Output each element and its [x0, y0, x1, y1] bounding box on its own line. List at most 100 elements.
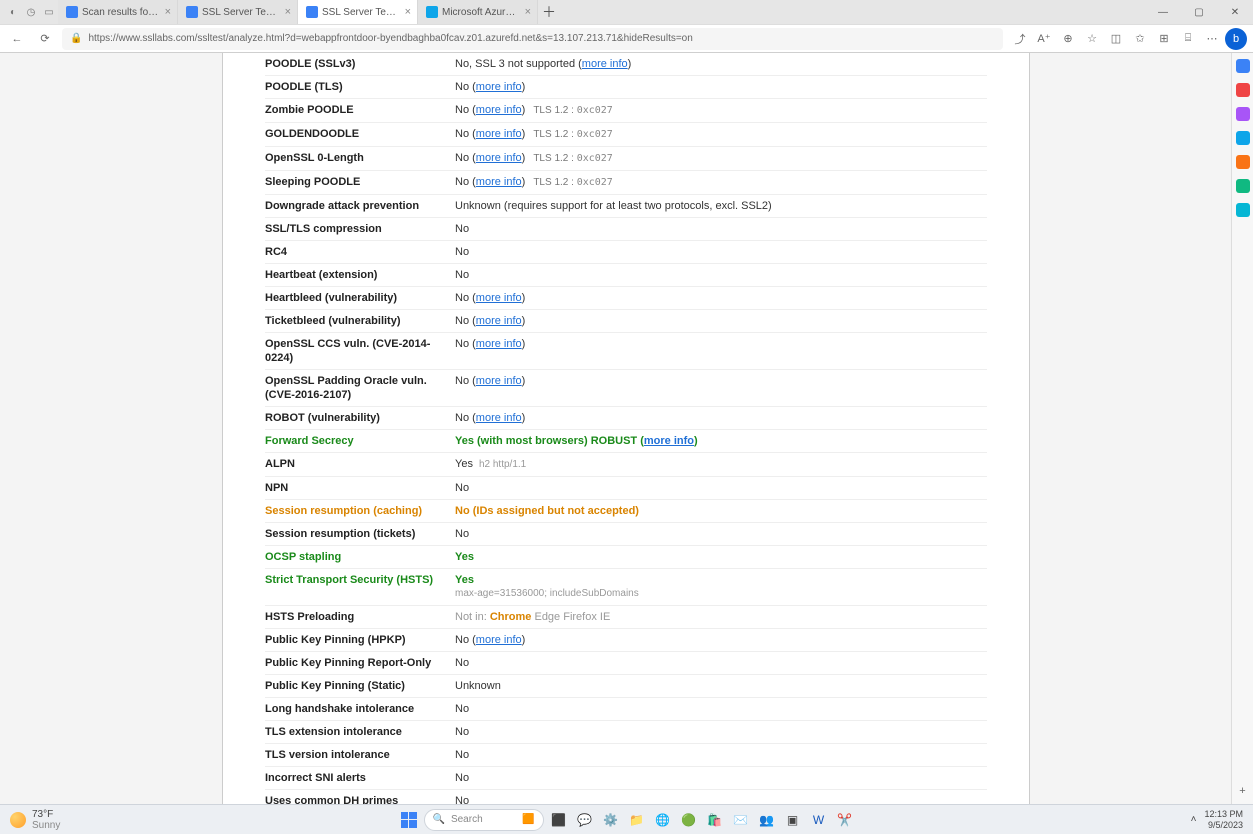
detail-label: GOLDENDOODLE — [265, 123, 455, 147]
tab-close-button[interactable]: × — [165, 6, 171, 18]
detail-value: No — [455, 477, 987, 500]
sidebar-app-icon[interactable] — [1236, 83, 1250, 97]
history-icon[interactable]: ◷ — [22, 3, 40, 21]
detail-value: No (more info)TLS 1.2 : 0xc027 — [455, 147, 987, 171]
favorites-bar-icon[interactable]: ✩ — [1129, 28, 1151, 50]
terminal-icon[interactable]: ▣ — [782, 809, 804, 831]
detail-label: TLS extension intolerance — [265, 721, 455, 744]
explorer-icon[interactable]: 📁 — [626, 809, 648, 831]
more-info-link[interactable]: more info — [476, 338, 522, 350]
more-info-link[interactable]: more info — [476, 128, 522, 140]
detail-value: Yes — [455, 546, 987, 569]
text-size-icon[interactable]: A⁺ — [1033, 28, 1055, 50]
tab-close-button[interactable]: × — [525, 6, 531, 18]
detail-row: OpenSSL 0-LengthNo (more info)TLS 1.2 : … — [265, 147, 987, 171]
edge-icon[interactable]: 🌐 — [652, 809, 674, 831]
more-info-link[interactable]: more info — [476, 176, 522, 188]
clock[interactable]: 12:13 PM 9/5/2023 — [1204, 809, 1243, 831]
detail-row: POODLE (TLS)No (more info) — [265, 76, 987, 99]
detail-value: No — [455, 218, 987, 241]
chrome-icon[interactable]: 🟢 — [678, 809, 700, 831]
detail-label: Downgrade attack prevention — [265, 195, 455, 218]
browser-tab[interactable]: Scan results for https://webapp…× — [58, 0, 178, 24]
more-info-link[interactable]: more info — [476, 81, 522, 93]
new-tab-button[interactable]: ＋ — [538, 2, 560, 22]
favorite-icon[interactable]: ☆ — [1081, 28, 1103, 50]
zoom-icon[interactable]: ⊕ — [1057, 28, 1079, 50]
start-button[interactable] — [398, 809, 420, 831]
bing-chat-icon[interactable]: b — [1225, 28, 1247, 50]
menu-icon[interactable]: ⋯ — [1201, 28, 1223, 50]
detail-row: Long handshake intoleranceNo — [265, 698, 987, 721]
detail-row: Uses common DH primesNo — [265, 790, 987, 806]
detail-value: No — [455, 523, 987, 546]
detail-label: TLS version intolerance — [265, 744, 455, 767]
windows-taskbar: 73°F Sunny 🔍 Search 🟧 ⬛ 💬 ⚙️ 📁 🌐 🟢 🛍️ ✉️… — [0, 804, 1253, 834]
sidebar-add-icon[interactable]: + — [1239, 785, 1245, 797]
search-icon: 🔍 — [433, 814, 445, 825]
chat-icon[interactable]: 💬 — [574, 809, 596, 831]
detail-row: Sleeping POODLENo (more info)TLS 1.2 : 0… — [265, 171, 987, 195]
more-info-link[interactable]: more info — [476, 375, 522, 387]
sidebar-app-icon[interactable] — [1236, 179, 1250, 193]
detail-value: No — [455, 721, 987, 744]
outlook-icon[interactable]: ✉️ — [730, 809, 752, 831]
detail-label: Public Key Pinning (HPKP) — [265, 629, 455, 652]
more-info-link[interactable]: more info — [476, 292, 522, 304]
more-info-link[interactable]: more info — [476, 315, 522, 327]
refresh-button[interactable]: ⟳ — [34, 28, 56, 50]
taskbar-search[interactable]: 🔍 Search 🟧 — [424, 809, 544, 831]
detail-row: Downgrade attack preventionUnknown (requ… — [265, 195, 987, 218]
tray-chevron-icon[interactable]: ˄ — [1191, 814, 1197, 825]
clock-time: 12:13 PM — [1204, 809, 1243, 820]
tab-close-button[interactable]: × — [285, 6, 291, 18]
detail-value: No, SSL 3 not supported (more info) — [455, 53, 987, 76]
more-info-link[interactable]: more info — [476, 412, 522, 424]
snip-icon[interactable]: ✂️ — [834, 809, 856, 831]
search-placeholder: Search — [451, 814, 483, 825]
sidebar-app-icon[interactable] — [1236, 155, 1250, 169]
more-info-link[interactable]: more info — [476, 104, 522, 116]
task-view-icon[interactable]: ⬛ — [548, 809, 570, 831]
sidebar-app-icon[interactable] — [1236, 107, 1250, 121]
more-info-link[interactable]: more info — [644, 435, 694, 447]
back-button[interactable]: ← — [6, 28, 28, 50]
browser-tab[interactable]: SSL Server Test: webappfrontdo…× — [178, 0, 298, 24]
split-screen-icon[interactable]: ◫ — [1105, 28, 1127, 50]
detail-value: No (more info)TLS 1.2 : 0xc027 — [455, 123, 987, 147]
maximize-button[interactable]: ▢ — [1181, 0, 1217, 24]
tab-close-button[interactable]: × — [405, 6, 411, 18]
more-info-link[interactable]: more info — [582, 58, 628, 70]
sidebar-app-icon[interactable] — [1236, 59, 1250, 73]
detail-row: HSTS PreloadingNot in: Chrome Edge Firef… — [265, 606, 987, 629]
collections-icon[interactable]: ▭ — [40, 3, 58, 21]
collections-icon[interactable]: ⊞ — [1153, 28, 1175, 50]
sidebar-app-icon[interactable] — [1236, 203, 1250, 217]
close-window-button[interactable]: ✕ — [1217, 0, 1253, 24]
more-info-link[interactable]: more info — [476, 152, 522, 164]
store-icon[interactable]: 🛍️ — [704, 809, 726, 831]
sidebar-app-icon[interactable] — [1236, 131, 1250, 145]
detail-row: Heartbleed (vulnerability)No (more info) — [265, 287, 987, 310]
settings-icon[interactable]: ⚙️ — [600, 809, 622, 831]
extensions-icon[interactable]: ⌸ — [1177, 28, 1199, 50]
minimize-button[interactable]: — — [1145, 0, 1181, 24]
detail-label: POODLE (SSLv3) — [265, 53, 455, 76]
more-info-link[interactable]: more info — [476, 634, 522, 646]
detail-row: Public Key Pinning (Static)Unknown — [265, 675, 987, 698]
url-bar[interactable]: 🔒 https://www.ssllabs.com/ssltest/analyz… — [62, 28, 1003, 50]
profile-icon[interactable]: ◐ — [4, 3, 22, 21]
weather-temp: 73°F — [32, 809, 60, 820]
upload-icon[interactable]: ⤴ — [1009, 28, 1031, 50]
word-icon[interactable]: W — [808, 809, 830, 831]
clock-date: 9/5/2023 — [1204, 820, 1243, 831]
detail-value: Unknown (requires support for at least t… — [455, 195, 987, 218]
teams-icon[interactable]: 👥 — [756, 809, 778, 831]
browser-tab[interactable]: Microsoft Azure App Service - W…× — [418, 0, 538, 24]
weather-widget[interactable]: 73°F Sunny — [0, 809, 60, 831]
detail-value: No — [455, 264, 987, 287]
detail-value: No — [455, 652, 987, 675]
detail-label: OpenSSL CCS vuln. (CVE-2014-0224) — [265, 333, 455, 370]
detail-row: Session resumption (tickets)No — [265, 523, 987, 546]
browser-tab[interactable]: SSL Server Test: webappfrontdo…× — [298, 0, 418, 24]
